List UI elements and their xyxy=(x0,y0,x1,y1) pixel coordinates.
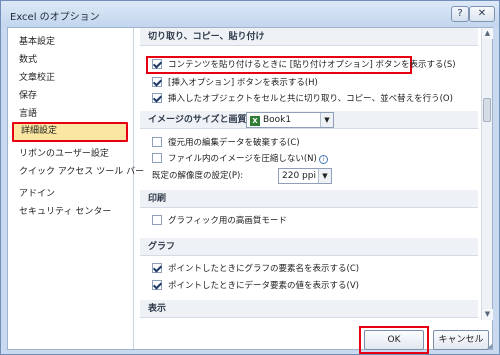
nav-item-general[interactable]: 基本設定 xyxy=(19,34,55,50)
close-button[interactable]: ✕ xyxy=(469,6,495,22)
chevron-down-icon: ▼ xyxy=(320,113,333,127)
chevron-down-icon: ▼ xyxy=(318,169,331,183)
nav-item-language[interactable]: 言語 xyxy=(19,106,37,122)
cancel-button[interactable]: キャンセル xyxy=(433,330,489,350)
checkbox[interactable] xyxy=(152,215,162,225)
checkbox[interactable] xyxy=(152,280,162,290)
checkbox[interactable] xyxy=(152,59,162,69)
option-high-quality-graphics[interactable]: グラフィック用の高画質モード xyxy=(152,214,287,228)
option-move-objects-with-cells[interactable]: 挿入したオブジェクトをセルと共に切り取り、コピー、並べ替えを行う(O) xyxy=(152,92,453,106)
window-title: Excel のオプション xyxy=(10,12,100,23)
title-bar: Excel のオプション ? ✕ xyxy=(1,1,499,27)
section-cut-copy-paste: 切り取り、コピー、貼り付け xyxy=(140,28,478,46)
checkbox[interactable] xyxy=(152,77,162,87)
option-discard-edit-data[interactable]: 復元用の編集データを破棄する(C) xyxy=(152,136,300,150)
option-show-data-point-values[interactable]: ポイントしたときにデータ要素の値を表示する(V) xyxy=(152,279,359,293)
nav-item-addins[interactable]: アドイン xyxy=(19,186,55,202)
nav-item-trust-center[interactable]: セキュリティ センター xyxy=(19,204,111,220)
options-dialog: Excel のオプション ? ✕ 基本設定 数式 文章校正 保存 言語 詳細設定… xyxy=(0,0,500,355)
resize-grip-icon[interactable]: ◢ xyxy=(487,342,495,350)
nav-item-proofing[interactable]: 文章校正 xyxy=(19,70,55,86)
option-show-chart-element-names[interactable]: ポイントしたときにグラフの要素名を表示する(C) xyxy=(152,262,359,276)
option-show-insert-options[interactable]: [挿入オプション] ボタンを表示する(H) xyxy=(152,76,318,90)
category-nav: 基本設定 数式 文章校正 保存 言語 詳細設定 リボンのユーザー設定 クイック … xyxy=(8,28,144,349)
checkbox[interactable] xyxy=(152,263,162,273)
nav-item-qat[interactable]: クイック アクセス ツール バー xyxy=(19,164,144,180)
checkbox[interactable] xyxy=(152,137,162,147)
nav-item-advanced[interactable]: 詳細設定 xyxy=(12,122,128,142)
option-show-paste-options[interactable]: コンテンツを貼り付けるときに [貼り付けオプション] ボタンを表示する(S) xyxy=(152,58,456,72)
option-no-compress-images[interactable]: ファイル内のイメージを圧縮しない(N) i xyxy=(152,152,328,166)
workbook-select[interactable]: X Book1 ▼ xyxy=(246,112,334,128)
nav-item-save[interactable]: 保存 xyxy=(19,88,37,104)
default-resolution-label: 既定の解像度の設定(P): xyxy=(152,171,244,181)
excel-file-icon: X xyxy=(250,116,260,126)
dialog-body: 基本設定 数式 文章校正 保存 言語 詳細設定 リボンのユーザー設定 クイック … xyxy=(7,27,493,354)
vertical-scrollbar[interactable]: ▲ ▼ xyxy=(481,28,493,320)
section-display: 表示 xyxy=(140,300,478,318)
settings-pane: 切り取り、コピー、貼り付け コンテンツを貼り付けるときに [貼り付けオプション]… xyxy=(138,28,480,320)
ok-button[interactable]: OK xyxy=(364,330,424,350)
nav-item-ribbon[interactable]: リボンのユーザー設定 xyxy=(19,146,109,162)
section-chart: グラフ xyxy=(140,238,478,256)
resolution-select[interactable]: 220 ppi ▼ xyxy=(278,168,332,184)
checkbox[interactable] xyxy=(152,153,162,163)
section-print: 印刷 xyxy=(140,190,478,208)
nav-item-formulas[interactable]: 数式 xyxy=(19,52,37,68)
scroll-down-icon[interactable]: ▼ xyxy=(482,309,493,320)
scroll-up-icon[interactable]: ▲ xyxy=(482,28,493,39)
info-icon[interactable]: i xyxy=(318,155,328,164)
checkbox[interactable] xyxy=(152,93,162,103)
help-button[interactable]: ? xyxy=(451,6,469,22)
scrollbar-thumb[interactable] xyxy=(483,98,491,122)
